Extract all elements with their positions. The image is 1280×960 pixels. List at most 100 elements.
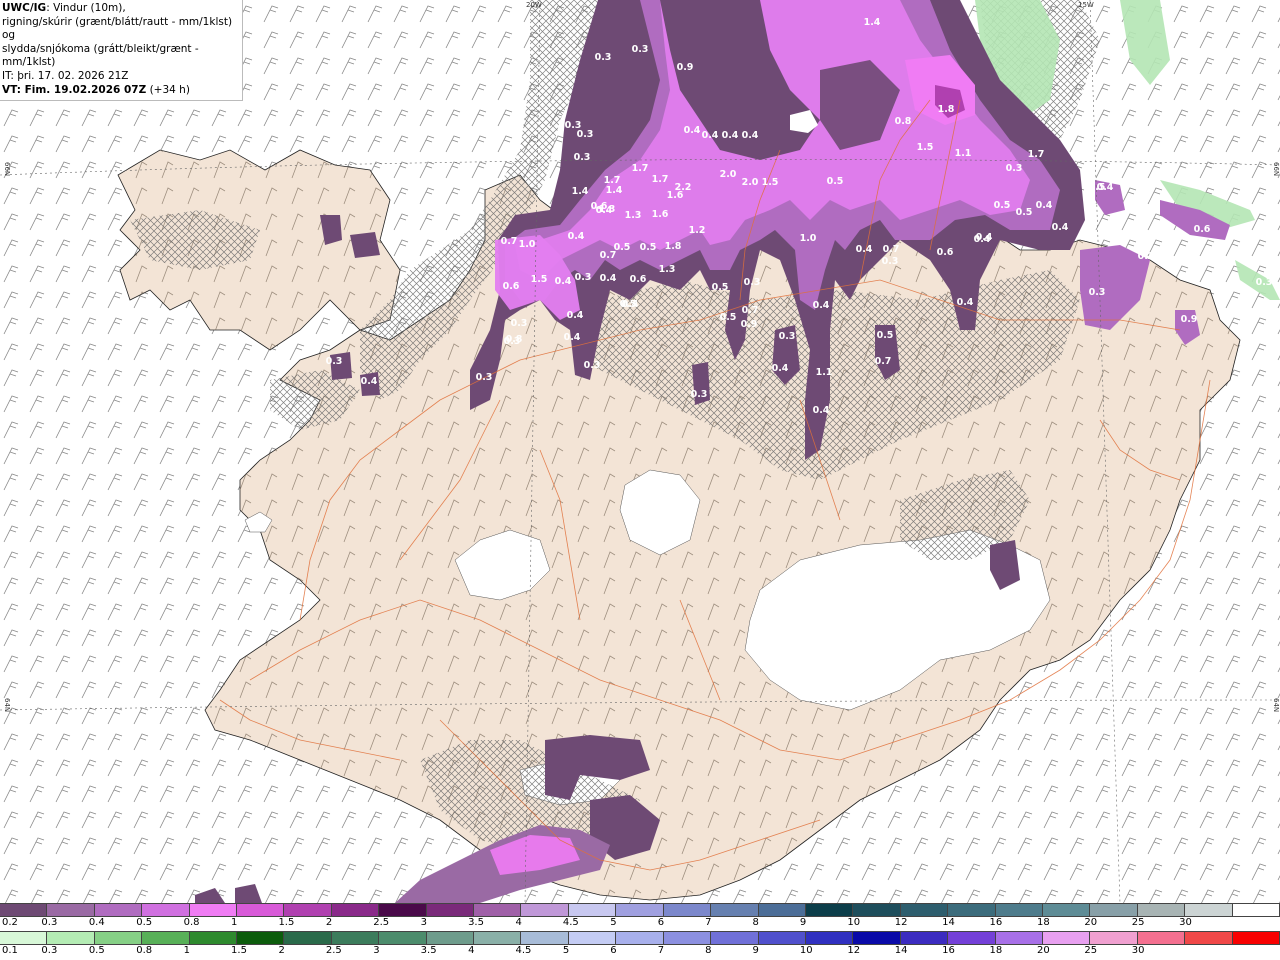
legend-rain-swatch bbox=[805, 931, 854, 945]
legend-snow-swatch bbox=[853, 903, 901, 917]
precip-value-label: 0.7 bbox=[501, 236, 518, 247]
legend-snow-swatch bbox=[1137, 903, 1186, 917]
precip-value-label: 1.2 bbox=[689, 225, 706, 236]
lon-label-15w: 15W bbox=[1078, 1, 1094, 9]
legend-rain-tick-label: 7 bbox=[657, 945, 665, 956]
legend-rain-tick-label: 14 bbox=[894, 945, 908, 956]
precip-value-label: 1.1 bbox=[816, 367, 833, 378]
legend-rain-swatch bbox=[379, 931, 427, 945]
legend-snow-swatch bbox=[711, 903, 759, 917]
legend-snow-tick-label: 12 bbox=[894, 917, 908, 928]
precip-value-label: 0.4 bbox=[567, 310, 584, 321]
legend-snow-tick-label: 4.5 bbox=[562, 917, 579, 928]
legend-snow-swatch bbox=[1185, 903, 1233, 917]
precip-value-label: 0.7 bbox=[875, 356, 892, 367]
legend-rain-ticks: 0.1 0.3 0.5 0.8 1 1.5 2 2.5 3 3.5 4 4.5 5 6 7 8 9 10 12 14 1… bbox=[0, 945, 1280, 958]
legend-snow-tick-label: 0.8 bbox=[183, 917, 200, 928]
legend-snow-ticks: 0.2 0.3 0.4 0.5 0.8 1 1.5 2 2.5 3 3.5 4 4.5 5 6 7 8 9 10 12… bbox=[0, 917, 1280, 930]
precip-value-label: 1.1 bbox=[955, 148, 972, 159]
legend-snow-tick-label: 0.2 bbox=[2, 917, 18, 928]
precip-value-label: 1.4 bbox=[864, 17, 881, 28]
legend-snow-tick-label: 8 bbox=[752, 917, 759, 928]
precip-value-label: 0.6 bbox=[630, 274, 647, 285]
lon-label-20w: 20W bbox=[526, 1, 542, 9]
legend-rain-tick-label: 30 bbox=[1131, 945, 1145, 956]
legend-snow-tick-label: 1 bbox=[231, 917, 238, 928]
legend-rain-swatch bbox=[663, 931, 712, 945]
header-line-1: UWC/IG: Vindur (10m), bbox=[2, 2, 240, 16]
legend-snow-swatch bbox=[805, 903, 854, 917]
legend-snow-tick-label: 2.5 bbox=[373, 917, 390, 928]
legend-snow-tick-label: 30 bbox=[1179, 917, 1192, 928]
precip-value-label: 1.5 bbox=[531, 274, 548, 285]
legend-snow-swatch bbox=[237, 903, 285, 917]
header-line-5: VT: Fim. 19.02.2026 07Z (+34 h) bbox=[2, 84, 240, 98]
precip-value-label: 1.8 bbox=[938, 104, 955, 115]
legend-rain-tick-label: 4 bbox=[468, 945, 475, 956]
legend-rain-swatch bbox=[94, 931, 143, 945]
header-title-bold: UWC/IG bbox=[2, 2, 47, 14]
precip-value-label: 0.6 bbox=[937, 247, 954, 258]
legend-snow-swatch bbox=[663, 903, 712, 917]
legend-rain-tick-label: 18 bbox=[989, 945, 1003, 956]
precip-value-label: 0.4 bbox=[742, 130, 759, 141]
legend-snow-tick-label: 10 bbox=[847, 917, 861, 928]
legend-snow-tick-label: 3.5 bbox=[468, 917, 484, 928]
precip-value-label: 0.4 bbox=[1052, 222, 1069, 233]
legend-snow-tick-label: 5 bbox=[610, 917, 617, 928]
precip-value-label: 0.4 bbox=[813, 405, 830, 416]
legend-rain-swatch bbox=[853, 931, 901, 945]
legend-rain-swatch bbox=[189, 931, 238, 945]
legend-snow-swatch bbox=[616, 903, 664, 917]
precip-value-label: 0.3 bbox=[632, 44, 649, 55]
precip-value-label: 0.3 bbox=[504, 336, 521, 347]
legend-snow-swatch bbox=[426, 903, 475, 917]
legend-snow-swatch bbox=[474, 903, 522, 917]
precip-value-label: 0.9 bbox=[741, 319, 758, 330]
legend-snow-tick-label: 16 bbox=[989, 917, 1003, 928]
legend-snow-swatch bbox=[142, 903, 190, 917]
legend-rain-swatch bbox=[948, 931, 996, 945]
precip-value-label: 0.3 bbox=[575, 272, 592, 283]
legend-rain-swatch bbox=[142, 931, 190, 945]
header-title-rest: : Vindur (10m), bbox=[46, 2, 126, 14]
precip-value-label: 0.4 bbox=[1036, 200, 1053, 211]
precip-value-label: 0.4 bbox=[568, 231, 585, 242]
header-valid-time-bold: VT: Fim. 19.02.2026 07Z bbox=[2, 83, 147, 96]
legend-rain-swatch bbox=[568, 931, 617, 945]
legend-snow-swatch bbox=[521, 903, 569, 917]
precip-value-labels: 1.40.30.30.90.30.3 0.4 0.4 0.4 0.41.80.30.81… bbox=[326, 17, 1273, 416]
precip-value-label: 0.4 bbox=[596, 205, 613, 216]
legend-rain-tick-label: 8 bbox=[705, 945, 712, 956]
legend-rain-swatch bbox=[331, 931, 380, 945]
precip-value-label: 1.8 bbox=[665, 241, 682, 252]
precip-value-label: 0.7 bbox=[600, 250, 617, 261]
legend-snow-tick-label: 14 bbox=[942, 917, 955, 928]
legend-snow-tick-label: 25 bbox=[1131, 917, 1145, 928]
precip-value-label: 1.0 bbox=[519, 239, 536, 250]
legend-rain-swatch bbox=[900, 931, 949, 945]
legend-rain-swatch bbox=[47, 931, 95, 945]
precip-value-label: 0.5 bbox=[1016, 207, 1033, 218]
legend-rain-tick-label: 5 bbox=[562, 945, 570, 956]
precip-value-label: 0.4 bbox=[772, 363, 789, 374]
legend-snow-swatch bbox=[284, 903, 332, 917]
legend-rain-tick-label: 0.1 bbox=[2, 945, 18, 956]
precip-value-label: 0.6 bbox=[1194, 224, 1211, 235]
precip-value-label: 0.4 bbox=[702, 130, 719, 141]
legend-rain-swatch bbox=[1042, 931, 1091, 945]
precip-value-label: 0.3 bbox=[584, 360, 601, 371]
precip-value-label: 1.3 bbox=[659, 264, 676, 275]
header-valid-time-rest: (+34 h) bbox=[146, 83, 190, 96]
legend-snow-tick-label: 4 bbox=[515, 917, 522, 928]
precip-value-label: 0.4 bbox=[957, 297, 974, 308]
legend-snow-swatch bbox=[0, 903, 48, 917]
precip-value-label: 0.5 bbox=[827, 176, 844, 187]
precip-value-label: 0.4 bbox=[622, 299, 639, 310]
legend-rain-swatch bbox=[284, 931, 332, 945]
precip-value-label: 0.2 bbox=[1138, 251, 1155, 262]
precip-value-label: 1.0 bbox=[800, 233, 817, 244]
legend-snow-tick-label: 3 bbox=[420, 917, 428, 928]
precip-value-label: 0.4 bbox=[813, 300, 830, 311]
legend-rain-tick-label: 2 bbox=[278, 945, 285, 956]
